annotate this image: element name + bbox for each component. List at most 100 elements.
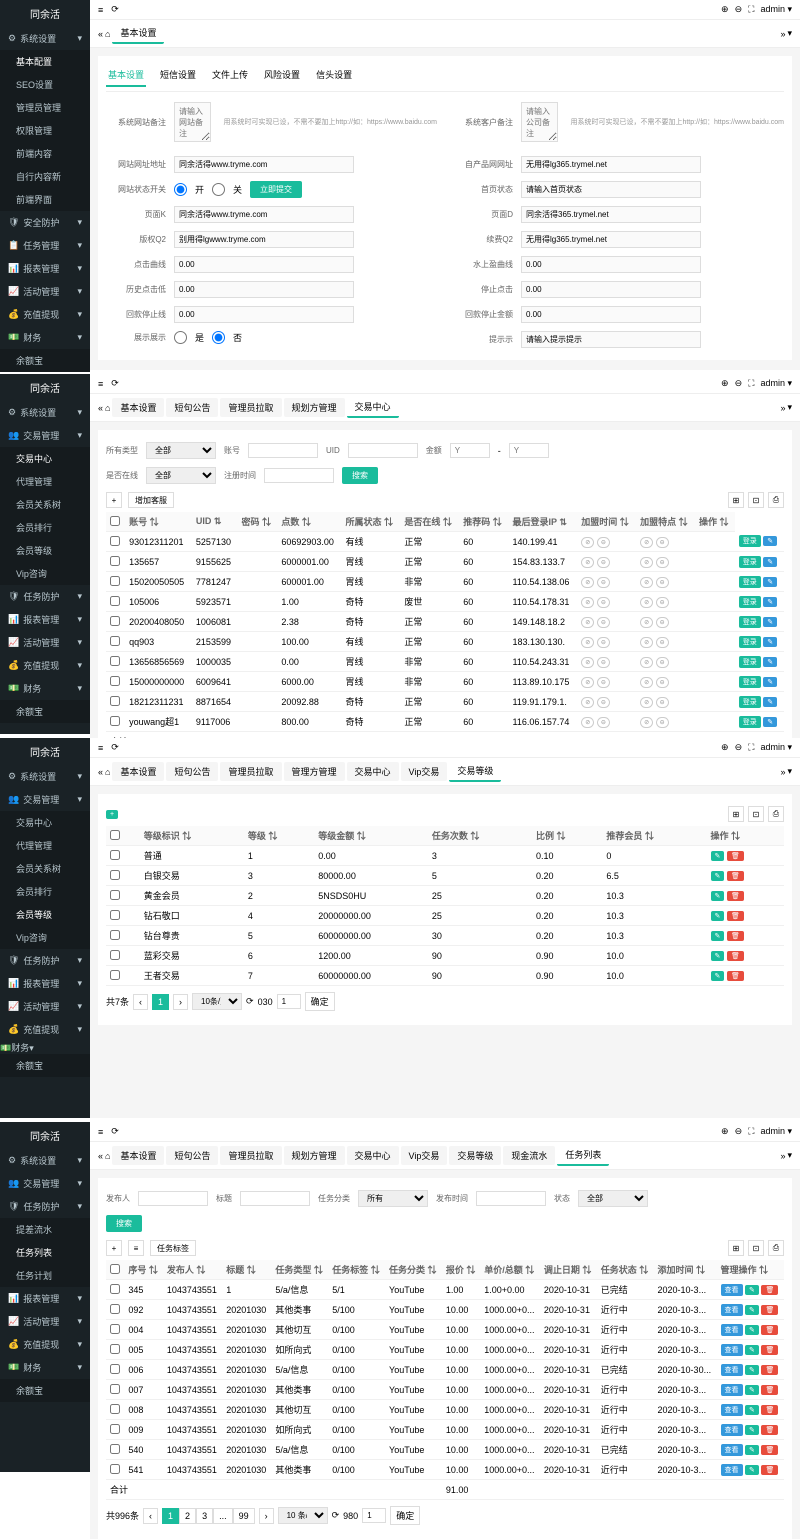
delete-button[interactable]: 🗑 [727, 891, 744, 901]
edit-button[interactable]: ✎ [711, 891, 725, 901]
lock-icon[interactable]: ⊘ [581, 677, 594, 688]
menu-finance[interactable]: 💵财务▾ [0, 326, 90, 349]
lock-icon[interactable]: ⊘ [640, 617, 653, 628]
col-header[interactable]: 推荐码 ⇅ [459, 512, 508, 532]
status-on-radio[interactable] [174, 183, 187, 196]
menu-front[interactable]: 前端内容 [0, 142, 90, 165]
edit-button[interactable]: ✎ [745, 1445, 759, 1455]
view-button[interactable]: 查看 [721, 1444, 743, 1456]
col-header[interactable]: 是否在线 ⇅ [400, 512, 459, 532]
delete-button[interactable]: 🗑 [761, 1385, 778, 1395]
menu-toggle-icon[interactable]: ≡ [98, 5, 103, 15]
delete-button[interactable]: 🗑 [761, 1425, 778, 1435]
admin-dropdown[interactable]: admin ▾ [760, 4, 792, 15]
menu-trade[interactable]: 👥交易管理▾ [0, 424, 90, 447]
ban-icon[interactable]: ⊖ [597, 617, 610, 628]
col-header[interactable]: 操作 ⇅ [695, 512, 735, 532]
pubtime-input[interactable] [476, 1191, 546, 1206]
export-icon[interactable]: ⊡ [748, 492, 764, 508]
col-header[interactable]: 任务类型 ⇅ [271, 1260, 328, 1280]
col-header[interactable]: 比例 ⇅ [532, 826, 602, 846]
login-button[interactable]: 登录 [739, 656, 761, 668]
menu-taskguard[interactable]: 🛡任务防护▾ [0, 1195, 90, 1218]
delete-button[interactable]: 🗑 [727, 971, 744, 981]
menu-reltree[interactable]: 会员关系树 [0, 493, 90, 516]
menu-frontui[interactable]: 前端界面 [0, 188, 90, 211]
ban-icon[interactable]: ⊖ [656, 677, 669, 688]
client-remark-input[interactable] [521, 102, 558, 142]
menu-system[interactable]: ⚙系统设置▾ [0, 1149, 90, 1172]
pagek-input[interactable] [174, 206, 354, 223]
renew-input[interactable] [521, 231, 701, 248]
tab-2[interactable]: 管理员拉取 [220, 398, 281, 417]
menu-recharge[interactable]: 💰充值提现▾ [0, 1018, 90, 1041]
row-checkbox[interactable] [110, 1424, 120, 1434]
col-header[interactable]: 推荐会员 ⇅ [602, 826, 706, 846]
delete-button[interactable]: 🗑 [761, 1285, 778, 1295]
client-url-input[interactable] [521, 156, 701, 173]
col-header[interactable]: 单价/总额 ⇅ [480, 1260, 540, 1280]
login-button[interactable]: 登录 [739, 696, 761, 708]
menu-trade[interactable]: 👥交易管理▾ [0, 1172, 90, 1195]
menu-trade[interactable]: 👥交易管理▾ [0, 788, 90, 811]
search-button[interactable]: 搜索 [106, 1215, 142, 1232]
menu-report[interactable]: 📊报表管理▾ [0, 972, 90, 995]
lock-icon[interactable]: ⊘ [640, 717, 653, 728]
ban-icon[interactable]: ⊖ [656, 537, 669, 548]
ban-icon[interactable]: ⊖ [597, 637, 610, 648]
view-button[interactable]: 查看 [721, 1464, 743, 1476]
edit-button[interactable]: ✎ [763, 577, 777, 587]
ban-icon[interactable]: ⊖ [656, 717, 669, 728]
row-checkbox[interactable] [110, 1364, 120, 1374]
status-select[interactable]: 全部 [578, 1190, 648, 1207]
subtab-upload[interactable]: 文件上传 [210, 64, 250, 87]
row-checkbox[interactable] [110, 536, 120, 546]
col-header[interactable]: 管理操作 ⇅ [717, 1260, 784, 1280]
tabs-more[interactable]: ▾ [787, 28, 792, 39]
view-button[interactable]: 查看 [721, 1424, 743, 1436]
col-header[interactable]: 发布人 ⇅ [163, 1260, 222, 1280]
col-header[interactable]: 所属状态 ⇅ [342, 512, 401, 532]
gold-min[interactable] [450, 443, 490, 458]
col-header[interactable]: UID ⇅ [192, 512, 238, 532]
login-button[interactable]: 登录 [739, 535, 761, 547]
edit-button[interactable]: ✎ [745, 1365, 759, 1375]
tab-3[interactable]: 规划方管理 [284, 398, 345, 417]
page-button[interactable]: 2 [179, 1508, 196, 1524]
ban-icon[interactable]: ⊖ [656, 657, 669, 668]
add-button[interactable]: + [106, 1240, 122, 1256]
lock-icon[interactable]: ⊘ [640, 597, 653, 608]
menu-rank[interactable]: 会员排行 [0, 516, 90, 539]
menu-center[interactable]: 交易中心 [0, 811, 90, 834]
row-checkbox[interactable] [110, 1404, 120, 1414]
row-checkbox[interactable] [110, 1344, 120, 1354]
menu-taskguard[interactable]: 🛡任务防护▾ [0, 949, 90, 972]
row-checkbox[interactable] [110, 716, 120, 726]
edit-button[interactable]: ✎ [763, 617, 777, 627]
stopscore-input[interactable] [174, 306, 354, 323]
copyright-input[interactable] [174, 231, 354, 248]
menu-seo[interactable]: SEO设置 [0, 73, 90, 96]
menu-security[interactable]: 🛡安全防护▾ [0, 211, 90, 234]
uid-input[interactable] [348, 443, 418, 458]
home-icon[interactable]: ⌂ [105, 29, 110, 39]
row-checkbox[interactable] [110, 870, 120, 880]
acc-input[interactable] [248, 443, 318, 458]
edit-button[interactable]: ✎ [711, 911, 725, 921]
col-header[interactable]: 任务标签 ⇅ [328, 1260, 385, 1280]
login-button[interactable]: 登录 [739, 616, 761, 628]
delete-button[interactable]: 🗑 [761, 1465, 778, 1475]
menu-basic[interactable]: 基本配置 [0, 50, 90, 73]
edit-button[interactable]: ✎ [763, 677, 777, 687]
col-header[interactable]: 密码 ⇅ [238, 512, 278, 532]
ban-icon[interactable]: ⊖ [597, 717, 610, 728]
admin-dropdown[interactable]: admin ▾ [760, 742, 792, 753]
menu-agent[interactable]: 代理管理 [0, 470, 90, 493]
regtime-input[interactable] [264, 468, 334, 483]
row-checkbox[interactable] [110, 850, 120, 860]
page-button[interactable]: ... [213, 1508, 233, 1524]
delete-button[interactable]: 🗑 [727, 911, 744, 921]
list-button[interactable]: ≡ [128, 1240, 144, 1256]
col-header[interactable]: 点数 ⇅ [277, 512, 341, 532]
ban-icon[interactable]: ⊖ [597, 577, 610, 588]
